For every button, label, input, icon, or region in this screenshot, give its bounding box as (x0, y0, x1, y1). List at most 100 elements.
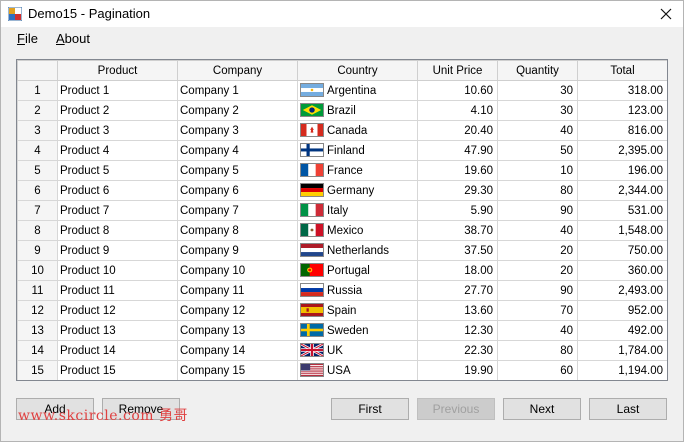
cell-unit-price[interactable]: 4.10 (417, 100, 498, 121)
cell-product[interactable]: Product 1 (57, 80, 178, 101)
row-header[interactable]: 12 (17, 300, 58, 321)
cell-country[interactable]: Mexico (297, 220, 418, 241)
cell-product[interactable]: Product 6 (57, 180, 178, 201)
table-row[interactable]: 4 Product 4 Company 4 Finland 47.90 50 2,395.0… (17, 140, 667, 161)
cell-quantity[interactable]: 70 (497, 300, 578, 321)
cell-quantity[interactable]: 40 (497, 320, 578, 341)
data-grid[interactable]: Product Company Country Unit Price Quant… (16, 59, 668, 381)
cell-unit-price[interactable]: 13.60 (417, 300, 498, 321)
cell-company[interactable]: Company 5 (177, 160, 298, 181)
cell-country[interactable]: Portugal (297, 260, 418, 281)
cell-product[interactable]: Product 9 (57, 240, 178, 261)
cell-total[interactable]: 816.00 (577, 120, 667, 141)
row-header[interactable]: 3 (17, 120, 58, 141)
table-row[interactable]: 9 Product 9 Company 9 Netherlands 37.50 20 750… (17, 240, 667, 261)
cell-product[interactable]: Product 10 (57, 260, 178, 281)
cell-country[interactable]: Netherlands (297, 240, 418, 261)
cell-total[interactable]: 2,493.00 (577, 280, 667, 301)
table-row[interactable]: 6 Product 6 Company 6 Germany 29.30 80 2,344.0… (17, 180, 667, 201)
cell-company[interactable]: Company 15 (177, 360, 298, 380)
table-row[interactable]: 3 Product 3 Company 3 Canada 20.40 40 816.00 (17, 120, 667, 141)
cell-unit-price[interactable]: 27.70 (417, 280, 498, 301)
cell-quantity[interactable]: 20 (497, 260, 578, 281)
cell-company[interactable]: Company 2 (177, 100, 298, 121)
corner-header[interactable] (17, 60, 58, 81)
close-button[interactable] (649, 1, 683, 27)
cell-product[interactable]: Product 11 (57, 280, 178, 301)
table-row[interactable]: 1 Product 1 Company 1 Argentina 10.60 30 318.0… (17, 80, 667, 101)
cell-company[interactable]: Company 4 (177, 140, 298, 161)
cell-country[interactable]: Brazil (297, 100, 418, 121)
cell-company[interactable]: Company 8 (177, 220, 298, 241)
row-header[interactable]: 11 (17, 280, 58, 301)
table-row[interactable]: 11 Product 11 Company 11 Russia 27.70 90 2,493… (17, 280, 667, 301)
cell-unit-price[interactable]: 10.60 (417, 80, 498, 101)
cell-company[interactable]: Company 14 (177, 340, 298, 361)
cell-total[interactable]: 2,344.00 (577, 180, 667, 201)
cell-total[interactable]: 123.00 (577, 100, 667, 121)
cell-product[interactable]: Product 7 (57, 200, 178, 221)
row-header[interactable]: 15 (17, 360, 58, 380)
previous-page-button[interactable]: Previous (417, 398, 495, 420)
table-row[interactable]: 7 Product 7 Company 7 Italy 5.90 90 531.00 (17, 200, 667, 221)
cell-quantity[interactable]: 10 (497, 160, 578, 181)
cell-country[interactable]: Sweden (297, 320, 418, 341)
cell-quantity[interactable]: 20 (497, 240, 578, 261)
column-header-total[interactable]: Total (577, 60, 667, 81)
row-header[interactable]: 6 (17, 180, 58, 201)
cell-total[interactable]: 360.00 (577, 260, 667, 281)
cell-product[interactable]: Product 12 (57, 300, 178, 321)
cell-quantity[interactable]: 30 (497, 80, 578, 101)
cell-product[interactable]: Product 4 (57, 140, 178, 161)
row-header[interactable]: 2 (17, 100, 58, 121)
column-header-quantity[interactable]: Quantity (497, 60, 578, 81)
cell-country[interactable]: Russia (297, 280, 418, 301)
row-header[interactable]: 1 (17, 80, 58, 101)
cell-product[interactable]: Product 14 (57, 340, 178, 361)
cell-unit-price[interactable]: 18.00 (417, 260, 498, 281)
cell-unit-price[interactable]: 19.90 (417, 360, 498, 380)
cell-product[interactable]: Product 2 (57, 100, 178, 121)
cell-unit-price[interactable]: 20.40 (417, 120, 498, 141)
cell-total[interactable]: 196.00 (577, 160, 667, 181)
cell-country[interactable]: UK (297, 340, 418, 361)
cell-quantity[interactable]: 40 (497, 220, 578, 241)
cell-quantity[interactable]: 80 (497, 180, 578, 201)
cell-quantity[interactable]: 50 (497, 140, 578, 161)
last-page-button[interactable]: Last (589, 398, 667, 420)
cell-product[interactable]: Product 13 (57, 320, 178, 341)
cell-total[interactable]: 318.00 (577, 80, 667, 101)
cell-country[interactable]: Italy (297, 200, 418, 221)
table-row[interactable]: 8 Product 8 Company 8 Mexico 38.70 40 1,548.00 (17, 220, 667, 241)
cell-country[interactable]: Finland (297, 140, 418, 161)
cell-product[interactable]: Product 15 (57, 360, 178, 380)
cell-product[interactable]: Product 5 (57, 160, 178, 181)
cell-country[interactable]: Germany (297, 180, 418, 201)
cell-country[interactable]: USA (297, 360, 418, 380)
row-header[interactable]: 8 (17, 220, 58, 241)
cell-company[interactable]: Company 9 (177, 240, 298, 261)
cell-product[interactable]: Product 3 (57, 120, 178, 141)
menu-file[interactable]: File (17, 31, 38, 46)
column-header-unit-price[interactable]: Unit Price (417, 60, 498, 81)
cell-quantity[interactable]: 60 (497, 360, 578, 380)
menu-about[interactable]: About (56, 31, 90, 46)
table-row[interactable]: 2 Product 2 Company 2 Brazil 4.10 30 123.00 (17, 100, 667, 121)
row-header[interactable]: 7 (17, 200, 58, 221)
cell-total[interactable]: 1,548.00 (577, 220, 667, 241)
table-row[interactable]: 14 Product 14 Company 14 UK 22.30 80 1,784.00 (17, 340, 667, 361)
cell-total[interactable]: 1,784.00 (577, 340, 667, 361)
cell-company[interactable]: Company 12 (177, 300, 298, 321)
cell-unit-price[interactable]: 19.60 (417, 160, 498, 181)
cell-country[interactable]: Canada (297, 120, 418, 141)
cell-total[interactable]: 492.00 (577, 320, 667, 341)
cell-quantity[interactable]: 90 (497, 280, 578, 301)
cell-company[interactable]: Company 10 (177, 260, 298, 281)
table-row[interactable]: 10 Product 10 Company 10 Portugal 18.00 20 360… (17, 260, 667, 281)
cell-unit-price[interactable]: 38.70 (417, 220, 498, 241)
row-header[interactable]: 13 (17, 320, 58, 341)
row-header[interactable]: 4 (17, 140, 58, 161)
row-header[interactable]: 9 (17, 240, 58, 261)
cell-company[interactable]: Company 7 (177, 200, 298, 221)
cell-country[interactable]: Spain (297, 300, 418, 321)
